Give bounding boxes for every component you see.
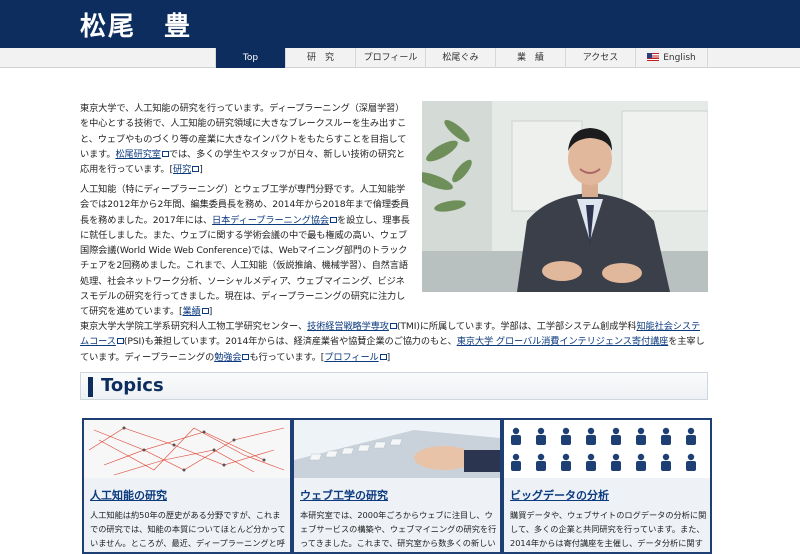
network-graph-illustration <box>84 420 290 478</box>
person-icon <box>611 427 621 445</box>
person-icon <box>636 453 646 471</box>
topic-card-bigdata-title[interactable]: ビッグデータの分析 <box>510 487 609 503</box>
topic-card-ai-title[interactable]: 人工知能の研究 <box>90 487 167 503</box>
person-icon <box>686 453 696 471</box>
external-link-icon <box>242 353 250 360</box>
person-icon <box>661 453 671 471</box>
person-icon <box>536 453 546 471</box>
topics-accent-bar <box>88 377 93 397</box>
intro-p3-text-3: (PSI)も兼担しています。2014年からは、経済産業省や協賛企業のご協力のもと… <box>123 336 457 348</box>
intro-p3-text-2: (TMI)に所属しています。学部は、工学部システム創成学科 <box>396 321 637 332</box>
topic-card-bigdata-body: 購買データや、ウェブサイトのログデータの分析に関して、多くの企業と共同研究を行っ… <box>510 510 707 548</box>
intro-p2-text-2: を設立し、理事長に就任しました。また、ウェブに関する学術会議の中で最も権威の高い… <box>80 214 410 318</box>
nav-item-top[interactable]: Top <box>215 48 285 68</box>
research-link[interactable]: 研究 <box>173 164 191 175</box>
person-icon <box>511 453 521 471</box>
intro-paragraph-1: 東京大学で、人工知能の研究を行っています。ディープラーニング（深層学習）を中心と… <box>80 103 407 176</box>
main-nav: Top 研 究 プロフィール 松尾ぐみ 業 績 アクセス English <box>0 48 800 68</box>
external-link-icon <box>161 150 169 157</box>
us-flag-icon <box>647 53 660 61</box>
topic-card-ai[interactable]: 人工知能の研究 人工知能は約50年の歴史がある分野ですが、これまでの研究では、知… <box>82 418 292 554</box>
person-icon <box>661 427 671 445</box>
person-icon <box>586 427 596 445</box>
external-link-icon <box>329 216 337 223</box>
jdla-link[interactable]: 日本ディープラーニング協会 <box>212 215 329 226</box>
topics-title: Topics <box>101 375 164 396</box>
portrait-illustration <box>422 101 708 292</box>
topic-card-web-body: 本研究室では、2000年ごろからウェブに注目し、ウェブサービスの構築や、ウェブマ… <box>300 510 497 548</box>
external-link-icon <box>389 323 397 329</box>
study-group-link[interactable]: 勉強会 <box>214 352 241 363</box>
network-graph-image <box>84 420 290 478</box>
person-icon <box>586 453 596 471</box>
portrait-photo <box>422 101 708 292</box>
nav-item-english[interactable]: English <box>635 48 708 68</box>
person-icon <box>611 453 621 471</box>
site-header: 松尾 豊 <box>0 0 800 48</box>
person-icon <box>686 427 696 445</box>
keyboard-image <box>294 420 500 478</box>
person-icon <box>511 427 521 445</box>
external-link-icon <box>116 338 124 345</box>
person-icon <box>636 427 646 445</box>
keyboard-illustration <box>294 420 500 478</box>
external-link-icon <box>192 166 200 173</box>
tmi-link[interactable]: 技術経営戦略学専攻 <box>307 321 389 332</box>
person-icon <box>536 427 546 445</box>
external-link-icon <box>379 353 387 360</box>
people-grid-image <box>504 420 710 478</box>
nav-item-matsuo-gumi[interactable]: 松尾ぐみ <box>425 48 495 68</box>
nav-item-publications[interactable]: 業 績 <box>495 48 565 68</box>
publications-link[interactable]: 業績 <box>183 306 201 317</box>
topic-card-web-title[interactable]: ウェブ工学の研究 <box>300 487 388 503</box>
topic-card-bigdata[interactable]: ビッグデータの分析 購買データや、ウェブサイトのログデータの分析に関して、多くの… <box>502 418 712 554</box>
topics-header: Topics <box>80 372 708 400</box>
nav-item-english-label: English <box>663 53 696 63</box>
external-link-icon <box>201 308 209 315</box>
site-title[interactable]: 松尾 豊 <box>80 6 192 43</box>
people-grid-illustration <box>511 427 696 471</box>
nav-item-research[interactable]: 研 究 <box>285 48 355 68</box>
topic-card-web[interactable]: ウェブ工学の研究 本研究室では、2000年ごろからウェブに注目し、ウェブサービス… <box>292 418 502 554</box>
person-icon <box>561 453 571 471</box>
intro-paragraph-2: 人工知能（特にディープラーニング）とウェブ工学が専門分野です。人工知能学会では2… <box>80 184 410 318</box>
nav-item-access[interactable]: アクセス <box>565 48 635 68</box>
person-icon <box>561 427 571 445</box>
topic-card-ai-body: 人工知能は約50年の歴史がある分野ですが、これまでの研究では、知能の本質について… <box>90 510 286 548</box>
intro-p3-text-1: 東京大学大学院工学系研究科人工物工学研究センター、 <box>80 321 308 332</box>
matsuo-lab-link[interactable]: 松尾研究室 <box>115 149 161 160</box>
intro-p3-text-5: も行っています。 <box>249 351 321 363</box>
endowed-chair-link[interactable]: 東京大学 グローバル消費インテリジェンス寄付講座 <box>457 336 669 347</box>
nav-item-profile[interactable]: プロフィール <box>355 48 425 68</box>
profile-link[interactable]: プロフィール <box>324 352 378 363</box>
intro-paragraph-3: 東京大学大学院工学系研究科人工物工学研究センター、技術経営戦略学専攻 (TMI)に… <box>80 321 705 363</box>
